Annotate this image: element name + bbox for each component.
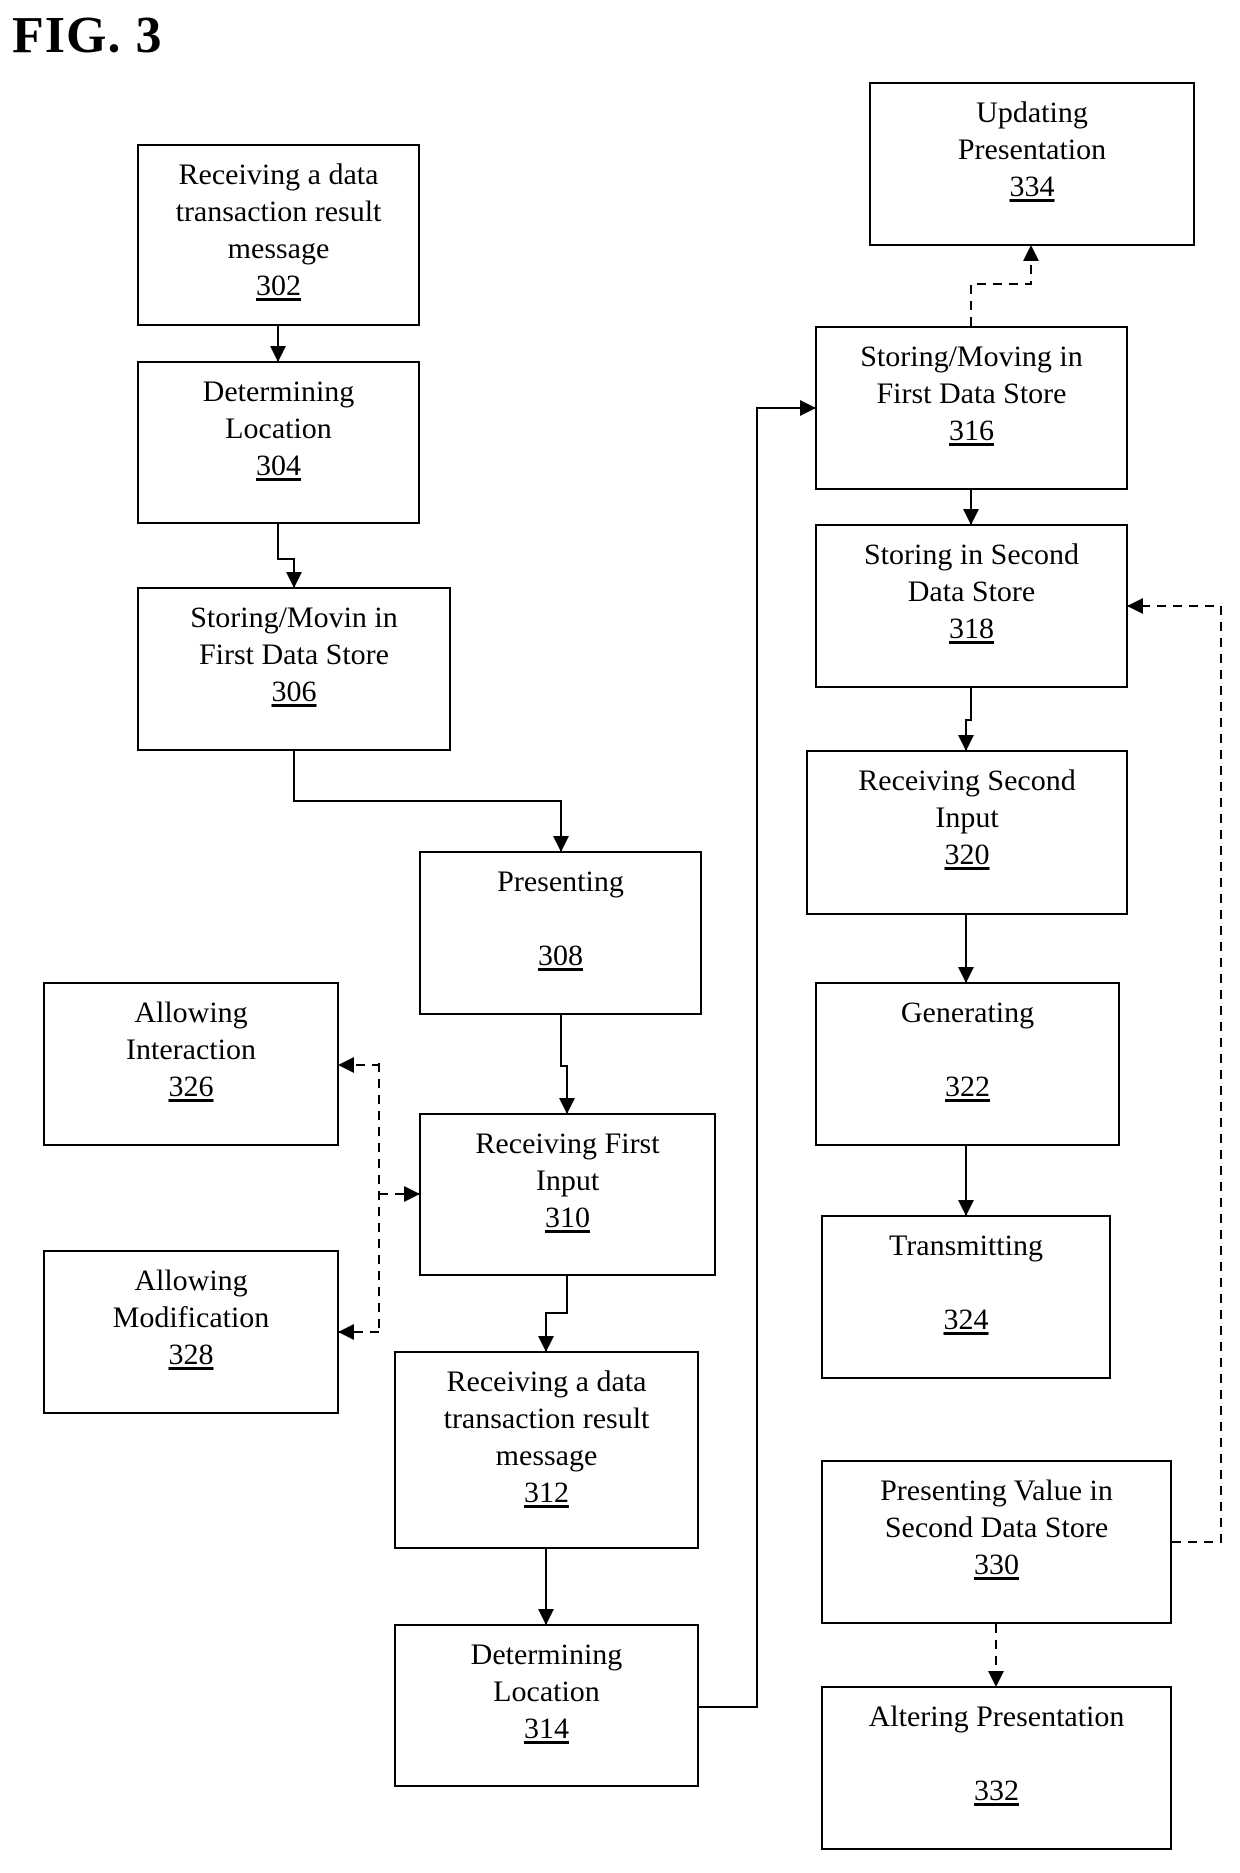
- edge-330-318: [1127, 598, 1222, 1543]
- step-320-box: Receiving Second Input 320: [806, 750, 1128, 915]
- step-label: Storing/Movin in First Data Store: [190, 601, 398, 671]
- step-334-box: Updating Presentation 334: [869, 82, 1195, 246]
- step-316-box: Storing/Moving in First Data Store 316: [815, 326, 1128, 490]
- step-label: Storing in Second Data Store: [864, 538, 1079, 608]
- step-label: Allowing Modification: [112, 1264, 270, 1334]
- step-number: 308: [538, 939, 583, 972]
- step-number: 330: [974, 1548, 1019, 1581]
- step-number: 318: [949, 612, 994, 645]
- edge-314-316: [699, 400, 816, 1708]
- edge-306-308: [293, 751, 569, 852]
- step-number: 324: [943, 1303, 989, 1336]
- step-328-box: Allowing Modification 328: [43, 1250, 339, 1414]
- step-label: Receiving First Input: [475, 1127, 660, 1197]
- step-number: 310: [545, 1201, 590, 1234]
- step-326-box: Allowing Interaction 326: [43, 982, 339, 1146]
- step-number: 302: [256, 269, 301, 302]
- step-number: 322: [945, 1070, 990, 1103]
- step-label: Altering Presentation: [868, 1700, 1125, 1733]
- edge-308-310: [559, 1015, 575, 1114]
- step-308-box: Presenting 308: [419, 851, 702, 1015]
- step-number: 306: [271, 675, 317, 708]
- step-label: Allowing Interaction: [126, 996, 256, 1066]
- edge-316-334: [970, 245, 1039, 326]
- step-label: Generating: [900, 996, 1035, 1029]
- step-number: 312: [524, 1476, 569, 1509]
- step-332-box: Altering Presentation 332: [821, 1686, 1172, 1850]
- step-314-box: Determining Location 314: [394, 1624, 699, 1787]
- step-label: Receiving Second Input: [858, 764, 1076, 834]
- step-label: Determining Location: [470, 1638, 623, 1708]
- step-304-box: Determining Location 304: [137, 361, 420, 524]
- step-label: Presenting: [497, 865, 624, 898]
- step-label: Presenting Value in Second Data Store: [880, 1474, 1113, 1544]
- step-number: 304: [256, 449, 301, 482]
- step-number: 328: [168, 1338, 214, 1371]
- step-324-box: Transmitting 324: [821, 1215, 1111, 1379]
- step-label: Receiving a data transaction result mess…: [443, 1365, 650, 1472]
- edge-310-312: [538, 1276, 568, 1352]
- step-318-box: Storing in Second Data Store 318: [815, 524, 1128, 688]
- step-label: Updating Presentation: [957, 96, 1107, 166]
- step-330-box: Presenting Value in Second Data Store 33…: [821, 1460, 1172, 1624]
- step-306-box: Storing/Movin in First Data Store 306: [137, 587, 451, 751]
- edge-318-320: [958, 688, 974, 751]
- step-label: Transmitting: [889, 1229, 1043, 1262]
- step-label: Receiving a data transaction result mess…: [175, 158, 382, 265]
- edge-304-306: [277, 524, 302, 588]
- step-322-box: Generating 322: [815, 982, 1120, 1146]
- step-number: 316: [949, 414, 994, 447]
- step-label: Determining Location: [202, 375, 355, 445]
- edge-to-326: [338, 1057, 380, 1073]
- step-number: 314: [524, 1712, 569, 1745]
- step-number: 326: [168, 1070, 214, 1103]
- step-label: Storing/Moving in First Data Store: [860, 340, 1083, 410]
- step-number: 334: [1009, 170, 1055, 203]
- step-number: 320: [944, 838, 990, 871]
- step-310-box: Receiving First Input 310: [419, 1113, 716, 1276]
- step-number: 332: [974, 1774, 1019, 1807]
- step-312-box: Receiving a data transaction result mess…: [394, 1351, 699, 1549]
- step-302-box: Receiving a data transaction result mess…: [137, 144, 420, 326]
